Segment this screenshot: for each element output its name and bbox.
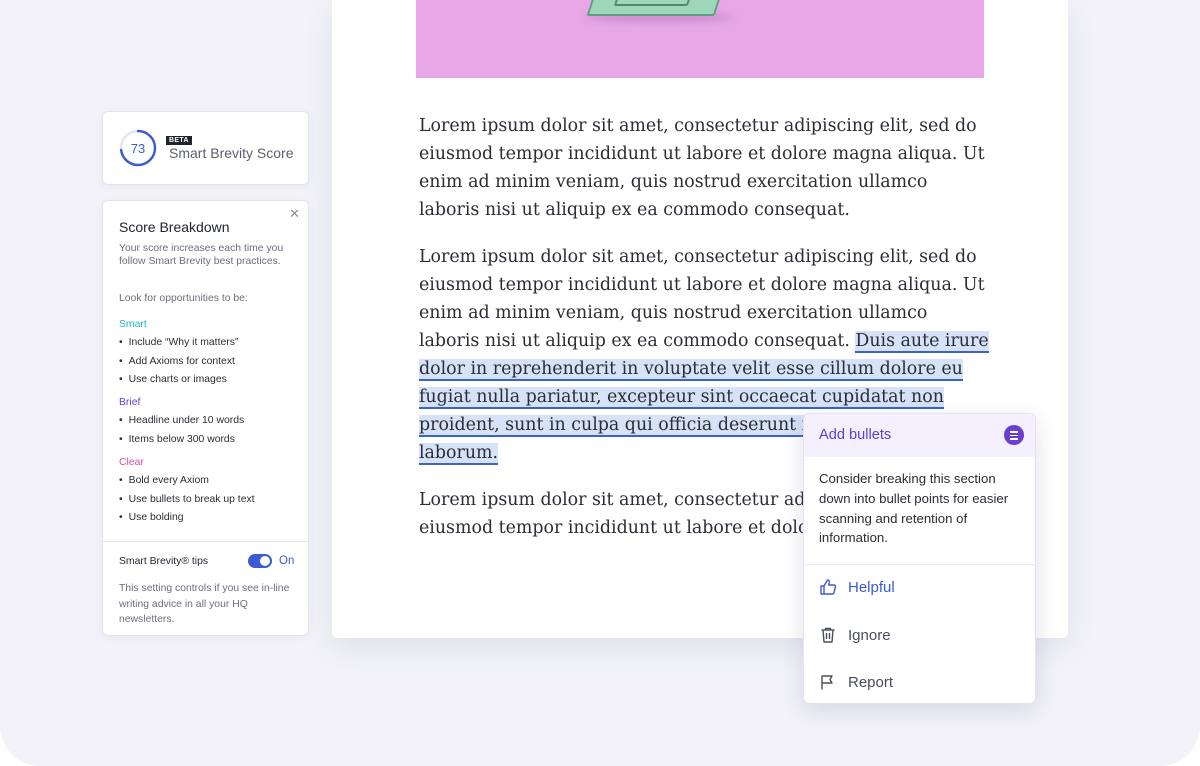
tips-toggle[interactable] (248, 554, 272, 568)
list-item: Headline under 10 words (119, 412, 245, 431)
list-item: Bold every Axiom (119, 472, 255, 491)
list-item: Include “Why it matters” (119, 334, 239, 353)
smart-tips-list: Include “Why it matters” Add Axioms for … (119, 334, 239, 390)
ignore-button[interactable]: Ignore (804, 614, 1035, 658)
suggestion-popover: Add bullets Consider breaking this secti… (803, 413, 1036, 704)
brief-tips-list: Headline under 10 words Items below 300 … (119, 412, 245, 450)
panel-description: Your score increases each time you follo… (119, 243, 284, 267)
look-for-label: Look for opportunities to be: (119, 293, 248, 304)
list-item: Use charts or images (119, 371, 238, 390)
thumbs-up-icon (820, 579, 837, 595)
divider (804, 564, 1035, 565)
helpful-button[interactable]: Helpful (804, 566, 1035, 610)
money-illustration (586, 0, 730, 16)
list-item: Use bullets to break up text (119, 491, 255, 510)
tips-setting-label: Smart Brevity® tips (119, 556, 209, 567)
helpful-label: Helpful (848, 579, 895, 596)
list-item: Items below 300 words (119, 431, 244, 450)
list-item: Use bolding (119, 509, 255, 528)
report-button[interactable]: Report (804, 661, 1035, 703)
category-brief: Brief (119, 397, 141, 408)
clear-tips-list: Bold every Axiom Use bullets to break up… (119, 472, 255, 528)
close-icon[interactable]: ✕ (289, 207, 300, 221)
toggle-knob (260, 556, 270, 566)
ignore-label: Ignore (848, 627, 891, 644)
suggestion-title: Add bullets (819, 427, 892, 443)
divider (103, 541, 308, 542)
list-icon (1004, 425, 1024, 445)
list-item: Add Axioms for context (119, 353, 238, 372)
report-label: Report (848, 674, 894, 691)
score-value: 73 (130, 140, 146, 156)
panel-title: Score Breakdown (119, 219, 230, 235)
category-smart: Smart (119, 319, 147, 330)
toggle-state-label: On (279, 555, 295, 567)
suggestion-body: Consider breaking this section down into… (819, 471, 1009, 546)
score-breakdown-panel: ✕ Score Breakdown Your score increases e… (102, 200, 309, 636)
score-title: Smart Brevity Score (169, 145, 294, 161)
flag-icon (821, 675, 833, 690)
beta-badge: BETA (166, 136, 192, 145)
smart-brevity-score-card[interactable]: 73 BETA Smart Brevity Score (102, 111, 309, 185)
tips-setting-description: This setting controls if you see in-line… (119, 583, 290, 626)
trash-icon (821, 627, 835, 643)
popover-header: Add bullets (804, 414, 1035, 457)
paragraph[interactable]: Lorem ipsum dolor sit amet, consectetur … (419, 112, 989, 224)
category-clear: Clear (119, 457, 144, 468)
hero-image (416, 0, 984, 78)
